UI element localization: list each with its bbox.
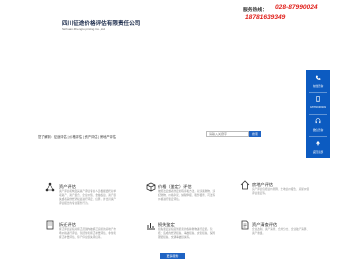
more-services-button[interactable]: 更多服务 <box>160 253 185 259</box>
sidebar-item-mobile[interactable]: 18781639349 <box>306 92 330 114</box>
chart-icon <box>147 223 155 230</box>
cube-icon <box>146 182 156 192</box>
hotline-phone-secondary: 18781639349 <box>245 14 286 21</box>
company-name-en: Sichuan Zhengtu pricing Co.,Ltd <box>62 27 105 31</box>
sidebar-item-label: 在线咨询 <box>312 85 324 88</box>
company-name-cn: 四川征途价格评估有限责任公司 <box>62 21 141 27</box>
hotline-phone-primary: 028-87990024 <box>275 4 318 11</box>
service-description: 企业改制、资产清查、合并分立、企业破产清算、资产重组。 <box>252 228 310 235</box>
mobile-icon <box>316 96 320 102</box>
service-description: 损失鉴定是指受到损害的各种财物进行定损，包括：造成的经济损失、事故损失、灾害损失… <box>158 228 216 239</box>
sidebar-item-label: 返回顶部 <box>312 151 324 154</box>
hotline-label: 服务热线： <box>243 8 267 13</box>
floating-contact-sidebar: 在线咨询 18781639349 微信咨询 返回顶部 <box>306 70 330 158</box>
headset-icon <box>315 118 321 124</box>
service-description: 房产评估包括估价测算、土地估价报告、房屋价值评估鉴定等。 <box>252 188 310 195</box>
sidebar-item-wechat[interactable]: 微信咨询 <box>306 114 330 136</box>
document-icon <box>241 220 249 230</box>
search-input[interactable] <box>206 131 249 137</box>
phone-icon <box>315 75 321 80</box>
network-icon <box>45 182 55 192</box>
building-icon <box>46 220 54 230</box>
sidebar-item-label: 18781639349 <box>310 106 326 109</box>
arrow-up-icon <box>315 140 321 146</box>
house-icon <box>240 180 250 190</box>
sidebar-item-label: 微信咨询 <box>312 129 324 132</box>
sidebar-item-online[interactable]: 在线咨询 <box>306 70 330 92</box>
service-description: 依照法定或者约定的程序和方法，对涉案财物、涉纪财物、价格争议、纳税申报、税务稽查… <box>158 190 216 201</box>
breadcrumb[interactable]: 您了解到：征途评估 | 价格评估 | 资产评估 | 房地产评估 <box>38 134 116 139</box>
service-description: 拆迁评估是指对拆迁范围内被拆迁房屋的房地产市场价格进行评估，包括住宅拆迁补偿评估… <box>59 228 117 239</box>
search-button[interactable]: 搜索 <box>249 131 261 137</box>
service-description: 资产评估机构及其资产评估专业人员根据委托对单项资产、资产组合、企业价值、金融权益… <box>59 190 117 205</box>
sidebar-item-back-to-top[interactable]: 返回顶部 <box>306 136 330 158</box>
